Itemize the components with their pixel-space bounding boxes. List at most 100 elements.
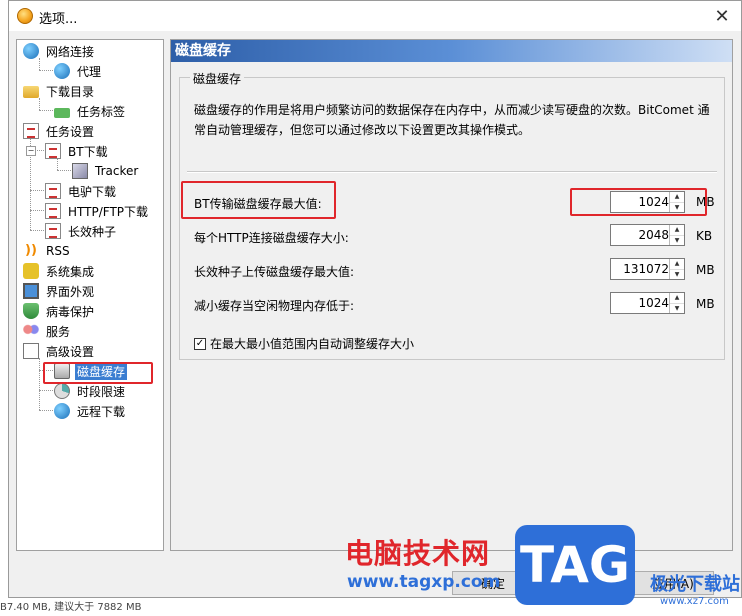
panel-title: 磁盘缓存 (171, 40, 732, 62)
options-tree[interactable]: − 网络连接 代理 下载目录 任务标签 任务设置 BT下载 Tracker 电驴… (16, 39, 164, 551)
shield-icon (23, 303, 39, 319)
network-globe-icon (23, 43, 39, 59)
checklist-icon (45, 223, 61, 239)
nav-item-proxy[interactable]: 代理 (54, 62, 103, 80)
nav-item-label: 任务标签 (77, 104, 126, 119)
http-cache-size-unit: KB (696, 229, 713, 243)
seed-upload-cache-spinner[interactable]: ▲ ▼ (610, 258, 685, 280)
auto-adjust-label: 在最大最小值范围内自动调整缓存大小 (210, 337, 415, 351)
highlight-disk-cache-nav (43, 362, 153, 384)
people-icon (23, 323, 39, 339)
nav-item-rss[interactable]: )) RSS (23, 242, 72, 260)
highlight-bt-cache-label (181, 181, 336, 219)
close-button[interactable]: ✕ (709, 4, 735, 28)
close-icon: ✕ (714, 5, 730, 27)
remote-globe-icon (54, 403, 70, 419)
nav-item-long-seed[interactable]: 长效种子 (45, 222, 118, 240)
nav-item-appearance[interactable]: 界面外观 (23, 282, 96, 300)
nav-item-label: HTTP/FTP下载 (68, 204, 149, 219)
spin-down-icon[interactable]: ▼ (670, 235, 684, 245)
tree-line (30, 230, 44, 231)
nav-item-http-ftp[interactable]: HTTP/FTP下载 (45, 202, 150, 220)
watermark-right-url: www.xz7.com (660, 596, 729, 607)
nav-item-emule[interactable]: 电驴下载 (45, 182, 118, 200)
nav-item-label: 病毒保护 (46, 304, 95, 319)
reduce-cache-threshold-label: 减小缓存当空闲物理内存低于: (194, 299, 355, 313)
checklist-icon (45, 143, 61, 159)
nav-item-label: 系统集成 (46, 264, 95, 279)
reduce-cache-threshold-input[interactable] (611, 293, 673, 313)
spin-arrows[interactable]: ▲ ▼ (669, 225, 684, 245)
tree-line (57, 170, 71, 171)
separator (187, 171, 717, 173)
nav-item-label: 远程下载 (77, 404, 126, 419)
tag-icon (54, 107, 70, 118)
nav-item-label: Tracker (95, 164, 139, 178)
nav-item-label: 界面外观 (46, 284, 95, 299)
nav-item-label: 网络连接 (46, 44, 95, 59)
checkbox-check-icon[interactable]: ✓ (194, 337, 206, 350)
tree-line (30, 210, 44, 211)
nav-item-services[interactable]: 服务 (23, 322, 72, 340)
settings-panel: 磁盘缓存 磁盘缓存 磁盘缓存的作用是将用户频繁访问的数据保存在内存中，从而减少读… (170, 39, 733, 551)
title-bar[interactable]: 选项... ✕ (9, 1, 741, 31)
folder-icon (23, 86, 39, 98)
nav-item-task-settings[interactable]: 任务设置 (23, 122, 96, 140)
tracker-cube-icon (72, 163, 88, 179)
spin-up-icon[interactable]: ▲ (670, 225, 684, 235)
nav-item-virus-protection[interactable]: 病毒保护 (23, 302, 96, 320)
nav-item-remote-download[interactable]: 远程下载 (54, 402, 127, 420)
nav-item-label: 时段限速 (77, 384, 126, 399)
tree-collapse-toggle[interactable]: − (26, 146, 36, 156)
tree-line (39, 70, 53, 71)
nav-item-network[interactable]: 网络连接 (23, 42, 96, 60)
nav-item-task-tags[interactable]: 任务标签 (54, 102, 127, 120)
nav-item-label: 电驴下载 (68, 184, 117, 199)
seed-upload-cache-input[interactable] (611, 259, 673, 279)
speed-limit-icon (54, 383, 70, 399)
nav-item-advanced[interactable]: 高级设置 (23, 342, 96, 360)
checklist-icon (45, 183, 61, 199)
seed-upload-cache-label: 长效种子上传磁盘缓存最大值: (194, 265, 355, 279)
tree-line (39, 358, 40, 410)
spin-up-icon[interactable]: ▲ (670, 293, 684, 303)
reduce-cache-threshold-unit: MB (696, 297, 715, 311)
watermark-site-url: www.tagxp.com (347, 572, 501, 592)
bitcomet-app-icon (17, 8, 33, 24)
nav-item-label: 代理 (77, 64, 102, 79)
reduce-cache-threshold-spinner[interactable]: ▲ ▼ (610, 292, 685, 314)
tree-line (39, 110, 53, 111)
nav-item-label: 下载目录 (46, 84, 95, 99)
nav-item-label: 高级设置 (46, 344, 95, 359)
spin-arrows[interactable]: ▲ ▼ (669, 259, 684, 279)
nav-item-label: 服务 (46, 324, 71, 339)
spin-down-icon[interactable]: ▼ (670, 303, 684, 313)
checklist-icon (23, 123, 39, 139)
nav-item-download-dir[interactable]: 下载目录 (23, 82, 96, 100)
nav-item-tracker[interactable]: Tracker (72, 162, 140, 180)
watermark-site-name: 电脑技术网 (345, 537, 491, 570)
nav-item-speed-schedule[interactable]: 时段限速 (54, 382, 127, 400)
auto-adjust-checkbox[interactable]: ✓ 在最大最小值范围内自动调整缓存大小 (194, 335, 414, 352)
puzzle-icon (23, 263, 39, 279)
spin-down-icon[interactable]: ▼ (670, 269, 684, 279)
nav-item-bt-download[interactable]: BT下载 (45, 142, 110, 160)
nav-item-label: BT下载 (68, 144, 108, 159)
rss-icon: )) (25, 243, 37, 258)
http-cache-size-input[interactable] (611, 225, 673, 245)
spin-arrows[interactable]: ▲ ▼ (669, 293, 684, 313)
highlight-bt-cache-value (570, 188, 707, 216)
nav-item-system-integration[interactable]: 系统集成 (23, 262, 96, 280)
http-cache-size-spinner[interactable]: ▲ ▼ (610, 224, 685, 246)
checklist-icon (45, 203, 61, 219)
window-title: 选项... (39, 12, 78, 27)
watermark-right-name: 极光下载站 (650, 574, 740, 595)
tree-line (39, 390, 53, 391)
group-title: 磁盘缓存 (190, 70, 245, 87)
proxy-globe-icon (54, 63, 70, 79)
watermark-tag-logo: TAG (515, 525, 635, 605)
tree-line (30, 190, 44, 191)
seed-upload-cache-unit: MB (696, 263, 715, 277)
spin-up-icon[interactable]: ▲ (670, 259, 684, 269)
settings-window-icon (23, 343, 39, 359)
